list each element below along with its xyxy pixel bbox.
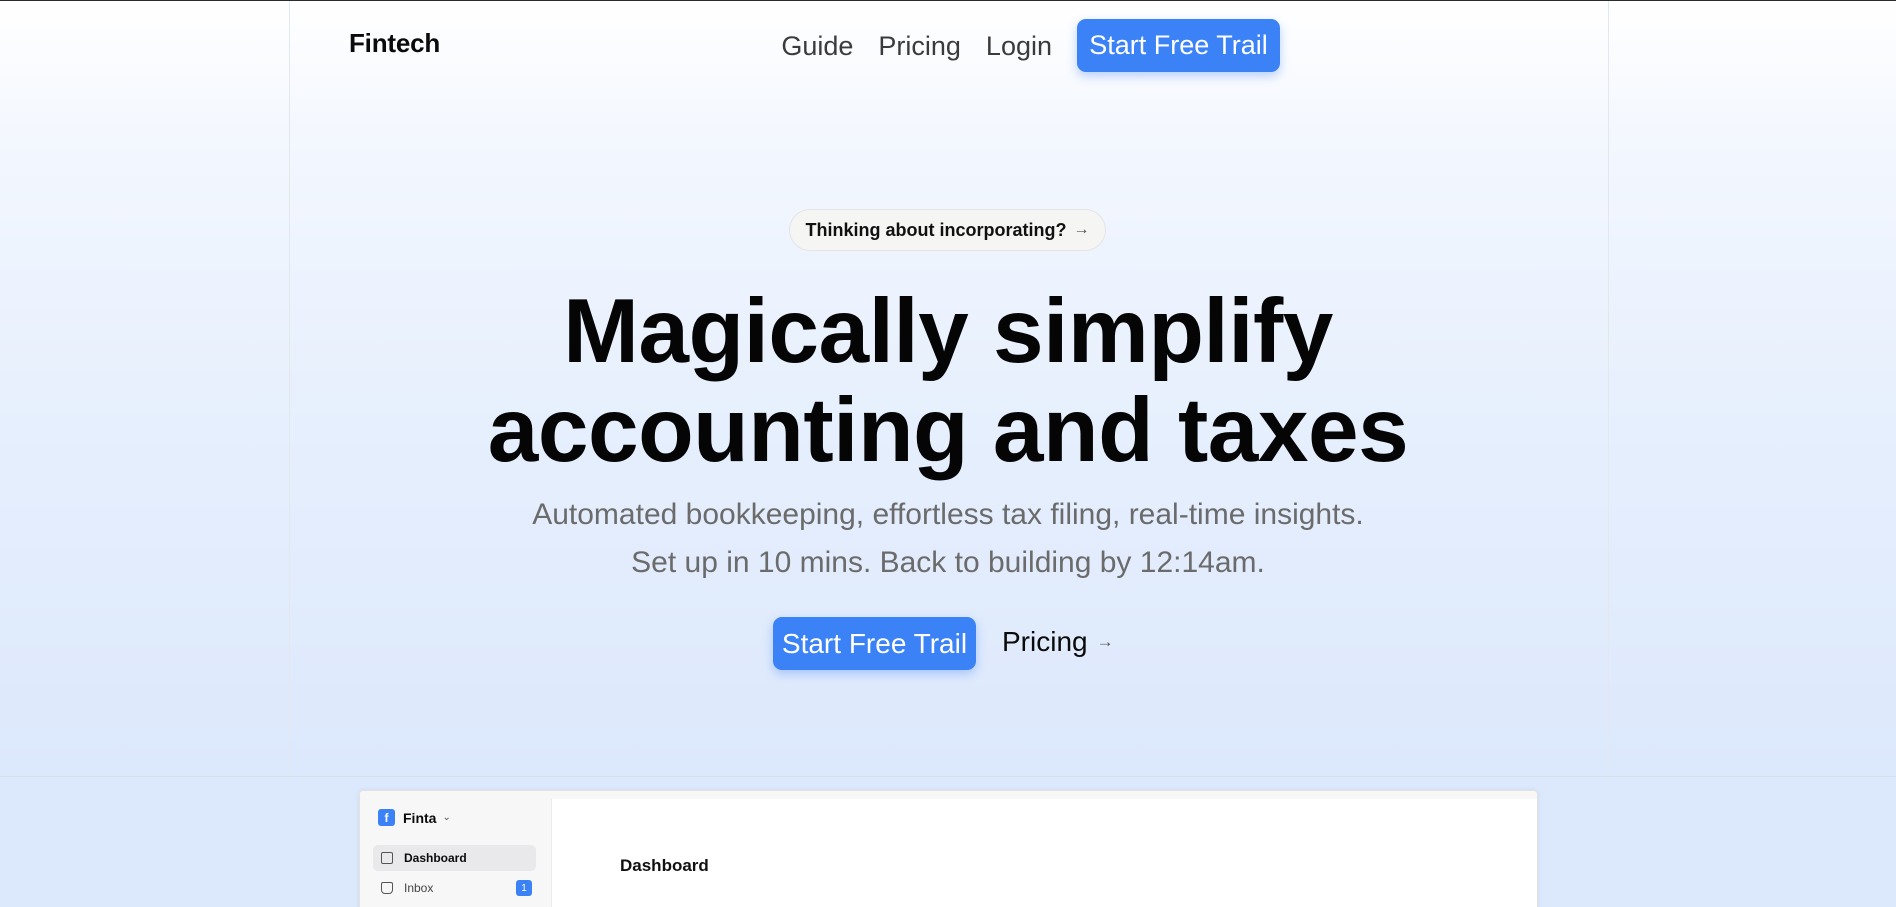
announcement-pill[interactable]: Thinking about incorporating? →	[789, 209, 1106, 251]
nav-start-trial-button[interactable]: Start Free Trail	[1077, 19, 1280, 72]
arrow-right-icon: →	[1096, 632, 1114, 651]
section-divider	[0, 776, 1896, 777]
sidebar-item-dashboard[interactable]: Dashboard	[373, 845, 536, 871]
sidebar-item-label: Dashboard	[404, 851, 467, 865]
hero-pricing-label: Pricing	[1002, 626, 1088, 657]
subtitle-line-1: Automated bookkeeping, effortless tax fi…	[532, 498, 1364, 531]
headline-line-1: Magically simplify	[563, 281, 1333, 382]
main-panel-title: Dashboard	[620, 856, 709, 875]
arrow-right-icon: →	[1073, 221, 1090, 238]
workspace-logo-icon: f	[378, 809, 395, 826]
brand-logo[interactable]: Fintech	[349, 28, 440, 59]
inbox-count-badge: 1	[516, 880, 532, 896]
hero-start-trial-button[interactable]: Start Free Trail	[773, 617, 976, 670]
nav-links: Guide Pricing Login Start Free Trail	[781, 19, 1280, 72]
sidebar-item-label: Inbox	[404, 881, 434, 895]
chevron-down-icon: ⌄	[442, 812, 451, 823]
sidebar-item-inbox[interactable]: Inbox 1	[373, 875, 536, 901]
workspace-name: Finta	[403, 809, 437, 826]
calendar-icon	[381, 852, 393, 864]
hero-pricing-link[interactable]: Pricing →	[1002, 626, 1114, 658]
app-main-panel: Dashboard	[551, 799, 1537, 907]
app-preview: f Finta ⌄ Dashboard Inbox 1 Dashboard	[359, 790, 1538, 907]
nav-link-login[interactable]: Login	[986, 21, 1052, 71]
nav-link-guide[interactable]: Guide	[781, 21, 853, 71]
announcement-label: Thinking about incorporating?	[805, 219, 1067, 240]
subtitle-line-2: Set up in 10 mins. Back to building by 1…	[631, 546, 1265, 579]
headline-line-2: accounting and taxes	[487, 380, 1409, 481]
workspace-switcher[interactable]: f Finta ⌄	[378, 809, 451, 826]
nav-link-pricing[interactable]: Pricing	[878, 21, 961, 71]
inbox-icon	[381, 882, 393, 894]
